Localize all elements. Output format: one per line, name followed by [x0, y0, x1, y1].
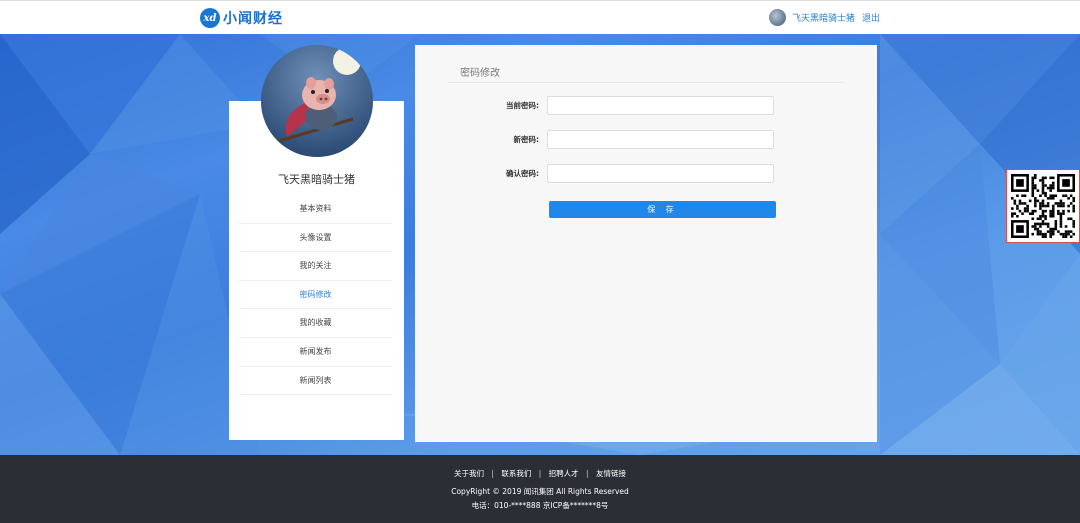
user-avatar-icon[interactable]: [768, 9, 786, 26]
menu-item-basic-info[interactable]: 基本资料: [239, 195, 392, 224]
qr-code-icon: [1006, 169, 1080, 243]
footer-link-about[interactable]: 关于我们: [454, 469, 484, 478]
confirm-password-row: 确认密码:: [415, 164, 877, 183]
current-password-label: 当前密码:: [506, 101, 539, 110]
user-area: 飞天黑暗骑士猪 退出: [768, 9, 880, 26]
profile-menu: 基本资料 头像设置 我的关注 密码修改 我的收藏 新闻发布 新闻列表: [239, 195, 392, 396]
panel-title: 密码修改: [460, 68, 500, 79]
pig-avatar-icon[interactable]: [261, 45, 373, 157]
save-button[interactable]: 保 存: [549, 201, 776, 218]
menu-item-avatar-settings[interactable]: 头像设置: [239, 224, 392, 253]
footer-phone: 电话：010-****888 京ICP备*******8号: [471, 501, 609, 510]
footer-link-friends[interactable]: 友情链接: [596, 469, 626, 478]
new-password-label: 新密码:: [513, 135, 540, 144]
panel-divider: [448, 82, 844, 83]
footer-links: 关于我们 | 联系我们 | 招聘人才 | 友情链接: [0, 468, 1080, 479]
password-panel: 密码修改 当前密码: 新密码: 确认密码: 保 存: [415, 45, 877, 442]
menu-item-change-password[interactable]: 密码修改: [239, 281, 392, 310]
username-link[interactable]: 飞天黑暗骑士猪: [792, 11, 855, 24]
confirm-password-label: 确认密码:: [506, 169, 539, 178]
logout-link[interactable]: 退出: [862, 11, 880, 24]
menu-item-news-list[interactable]: 新闻列表: [239, 367, 392, 396]
footer-link-careers[interactable]: 招聘人才: [549, 469, 579, 478]
footer: 关于我们 | 联系我们 | 招聘人才 | 友情链接 CopyRight © 20…: [0, 455, 1080, 523]
logo-icon: xd: [200, 8, 220, 28]
new-password-row: 新密码:: [415, 130, 877, 149]
confirm-password-input[interactable]: [547, 164, 774, 183]
current-password-input[interactable]: [547, 96, 774, 115]
site-logo[interactable]: xd 小闻财经: [200, 7, 283, 29]
menu-item-favorites[interactable]: 我的收藏: [239, 309, 392, 338]
footer-link-contact[interactable]: 联系我们: [501, 469, 531, 478]
logo-text: 小闻财经: [223, 11, 283, 27]
footer-separator: |: [586, 469, 589, 478]
top-header: xd 小闻财经 飞天黑暗骑士猪 退出: [0, 0, 1080, 34]
footer-separator: |: [538, 469, 542, 478]
footer-separator: |: [491, 469, 494, 478]
current-password-row: 当前密码:: [415, 96, 877, 115]
menu-item-following[interactable]: 我的关注: [239, 252, 392, 281]
profile-name: 飞天黑暗骑士猪: [278, 173, 355, 186]
menu-item-publish-news[interactable]: 新闻发布: [239, 338, 392, 367]
footer-copyright: CopyRight © 2019 闻讯集团 All Rights Reserve…: [451, 487, 629, 496]
new-password-input[interactable]: [547, 130, 774, 149]
